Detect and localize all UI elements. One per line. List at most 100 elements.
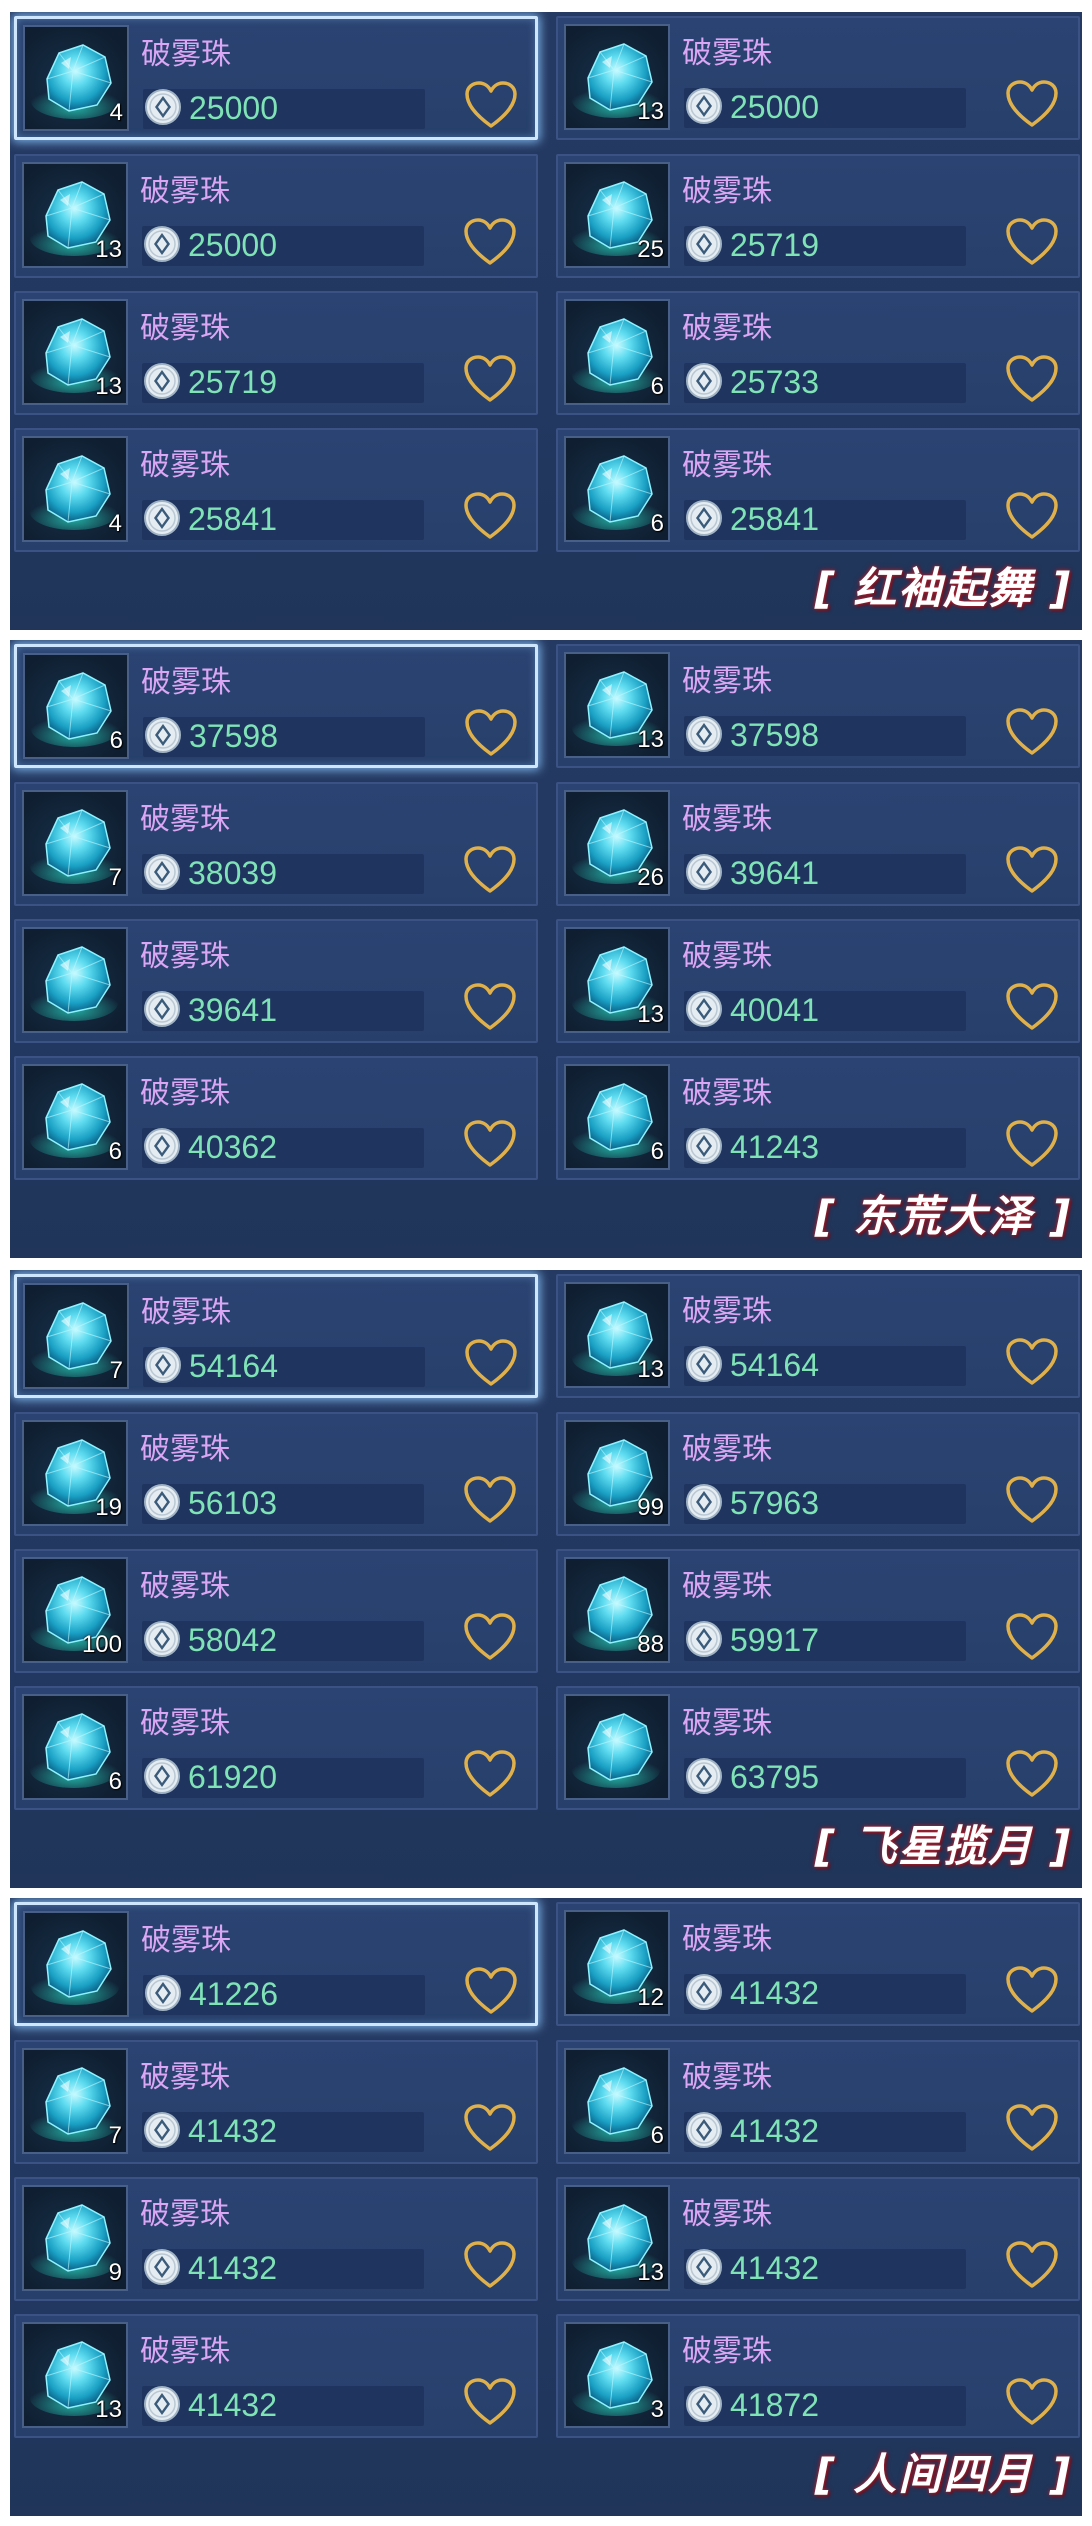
heart-outline-icon[interactable] bbox=[1004, 1964, 1060, 2016]
item-listing-card[interactable]: 6 破雾珠 37598 bbox=[14, 644, 538, 768]
item-listing-card[interactable]: 13 破雾珠 25000 bbox=[556, 16, 1080, 140]
heart-outline-icon[interactable] bbox=[463, 707, 519, 759]
item-slot[interactable]: 88 bbox=[564, 1557, 670, 1663]
item-name: 破雾珠 bbox=[682, 311, 772, 346]
heart-outline-icon[interactable] bbox=[1004, 490, 1060, 542]
item-listing-card[interactable]: 4 破雾珠 25000 bbox=[14, 16, 538, 140]
item-slot[interactable]: 13 bbox=[22, 299, 128, 405]
item-slot[interactable]: 6 bbox=[564, 299, 670, 405]
item-slot[interactable]: 4 bbox=[23, 25, 129, 131]
item-slot[interactable]: 7 bbox=[22, 790, 128, 896]
item-listing-card[interactable]: 9 破雾珠 41432 bbox=[14, 2177, 538, 2301]
heart-outline-icon[interactable] bbox=[463, 1337, 519, 1389]
item-slot[interactable]: 13 bbox=[22, 2322, 128, 2428]
item-slot[interactable]: 3 bbox=[564, 2322, 670, 2428]
heart-outline-icon[interactable] bbox=[1004, 981, 1060, 1033]
item-listing-card[interactable]: 13 破雾珠 41432 bbox=[556, 2177, 1080, 2301]
item-listing-card[interactable]: 88 破雾珠 59917 bbox=[556, 1549, 1080, 1673]
item-slot[interactable]: 26 bbox=[564, 790, 670, 896]
item-listing-card[interactable]: 13 破雾珠 54164 bbox=[556, 1274, 1080, 1398]
item-listing-card[interactable]: 破雾珠 63795 bbox=[556, 1686, 1080, 1810]
item-slot[interactable]: 6 bbox=[22, 1064, 128, 1170]
heart-outline-icon[interactable] bbox=[1004, 706, 1060, 758]
item-slot[interactable] bbox=[564, 1694, 670, 1800]
heart-outline-icon[interactable] bbox=[1004, 353, 1060, 405]
item-slot[interactable]: 99 bbox=[564, 1420, 670, 1526]
heart-outline-icon[interactable] bbox=[462, 1118, 518, 1170]
heart-outline-icon[interactable] bbox=[1004, 1474, 1060, 1526]
heart-outline-icon[interactable] bbox=[463, 1965, 519, 2017]
heart-outline-icon[interactable] bbox=[1004, 216, 1060, 268]
item-slot[interactable]: 19 bbox=[22, 1420, 128, 1526]
heart-outline-icon[interactable] bbox=[462, 844, 518, 896]
item-slot[interactable]: 6 bbox=[564, 436, 670, 542]
item-listing-card[interactable]: 6 破雾珠 25841 bbox=[556, 428, 1080, 552]
heart-outline-icon[interactable] bbox=[1004, 1611, 1060, 1663]
item-slot[interactable]: 13 bbox=[564, 2185, 670, 2291]
item-listing-card[interactable]: 6 破雾珠 41432 bbox=[556, 2040, 1080, 2164]
item-slot[interactable]: 25 bbox=[564, 162, 670, 268]
item-listing-card[interactable]: 12 破雾珠 41432 bbox=[556, 1902, 1080, 2026]
heart-outline-icon[interactable] bbox=[462, 353, 518, 405]
item-listing-card[interactable]: 13 破雾珠 40041 bbox=[556, 919, 1080, 1043]
item-slot[interactable]: 12 bbox=[564, 1910, 670, 2016]
item-slot[interactable]: 13 bbox=[564, 927, 670, 1033]
item-listing-card[interactable]: 7 破雾珠 41432 bbox=[14, 2040, 538, 2164]
item-slot[interactable]: 9 bbox=[22, 2185, 128, 2291]
item-listing-card[interactable]: 6 破雾珠 41243 bbox=[556, 1056, 1080, 1180]
item-slot[interactable]: 13 bbox=[564, 1282, 670, 1388]
heart-outline-icon[interactable] bbox=[1004, 1118, 1060, 1170]
item-slot[interactable]: 6 bbox=[22, 1694, 128, 1800]
item-listing-card[interactable]: 破雾珠 39641 bbox=[14, 919, 538, 1043]
item-listing-card[interactable]: 13 破雾珠 41432 bbox=[14, 2314, 538, 2438]
item-listing-card[interactable]: 6 破雾珠 40362 bbox=[14, 1056, 538, 1180]
heart-outline-icon[interactable] bbox=[462, 1611, 518, 1663]
item-slot[interactable]: 6 bbox=[564, 1064, 670, 1170]
item-listing-card[interactable]: 99 破雾珠 57963 bbox=[556, 1412, 1080, 1536]
item-listing-card[interactable]: 13 破雾珠 25000 bbox=[14, 154, 538, 278]
heart-outline-icon[interactable] bbox=[462, 1748, 518, 1800]
item-slot[interactable]: 7 bbox=[22, 2048, 128, 2154]
heart-outline-icon[interactable] bbox=[463, 79, 519, 131]
item-listing-card[interactable]: 6 破雾珠 25733 bbox=[556, 291, 1080, 415]
heart-outline-icon[interactable] bbox=[462, 1474, 518, 1526]
heart-outline-icon[interactable] bbox=[1004, 1748, 1060, 1800]
heart-outline-icon[interactable] bbox=[1004, 2102, 1060, 2154]
item-listing-card[interactable]: 100 破雾珠 58042 bbox=[14, 1549, 538, 1673]
item-price: 41432 bbox=[188, 2113, 277, 2149]
item-listing-card[interactable]: 13 破雾珠 37598 bbox=[556, 644, 1080, 768]
item-slot[interactable] bbox=[22, 927, 128, 1033]
heart-outline-icon[interactable] bbox=[462, 2239, 518, 2291]
heart-outline-icon[interactable] bbox=[462, 981, 518, 1033]
heart-outline-icon[interactable] bbox=[1004, 844, 1060, 896]
heart-outline-icon[interactable] bbox=[462, 2102, 518, 2154]
stack-count: 6 bbox=[650, 1138, 664, 1165]
item-listing-card[interactable]: 3 破雾珠 41872 bbox=[556, 2314, 1080, 2438]
heart-outline-icon[interactable] bbox=[462, 2376, 518, 2428]
item-slot[interactable]: 6 bbox=[23, 653, 129, 759]
heart-outline-icon[interactable] bbox=[1004, 2376, 1060, 2428]
item-listing-card[interactable]: 4 破雾珠 25841 bbox=[14, 428, 538, 552]
item-slot[interactable]: 100 bbox=[22, 1557, 128, 1663]
item-listing-card[interactable]: 7 破雾珠 38039 bbox=[14, 782, 538, 906]
item-listing-card[interactable]: 19 破雾珠 56103 bbox=[14, 1412, 538, 1536]
item-slot[interactable]: 13 bbox=[564, 652, 670, 758]
item-listing-card[interactable]: 26 破雾珠 39641 bbox=[556, 782, 1080, 906]
coin-icon bbox=[684, 2384, 724, 2424]
item-listing-card[interactable]: 6 破雾珠 61920 bbox=[14, 1686, 538, 1810]
heart-outline-icon[interactable] bbox=[462, 216, 518, 268]
heart-outline-icon[interactable] bbox=[1004, 1336, 1060, 1388]
heart-outline-icon[interactable] bbox=[1004, 2239, 1060, 2291]
item-listing-card[interactable]: 25 破雾珠 25719 bbox=[556, 154, 1080, 278]
item-listing-card[interactable]: 7 破雾珠 54164 bbox=[14, 1274, 538, 1398]
item-slot[interactable]: 7 bbox=[23, 1283, 129, 1389]
heart-outline-icon[interactable] bbox=[1004, 78, 1060, 130]
heart-outline-icon[interactable] bbox=[462, 490, 518, 542]
item-listing-card[interactable]: 13 破雾珠 25719 bbox=[14, 291, 538, 415]
item-slot[interactable]: 4 bbox=[22, 436, 128, 542]
item-slot[interactable] bbox=[23, 1911, 129, 2017]
item-slot[interactable]: 13 bbox=[22, 162, 128, 268]
item-slot[interactable]: 13 bbox=[564, 24, 670, 130]
item-slot[interactable]: 6 bbox=[564, 2048, 670, 2154]
item-listing-card[interactable]: 破雾珠 41226 bbox=[14, 1902, 538, 2026]
